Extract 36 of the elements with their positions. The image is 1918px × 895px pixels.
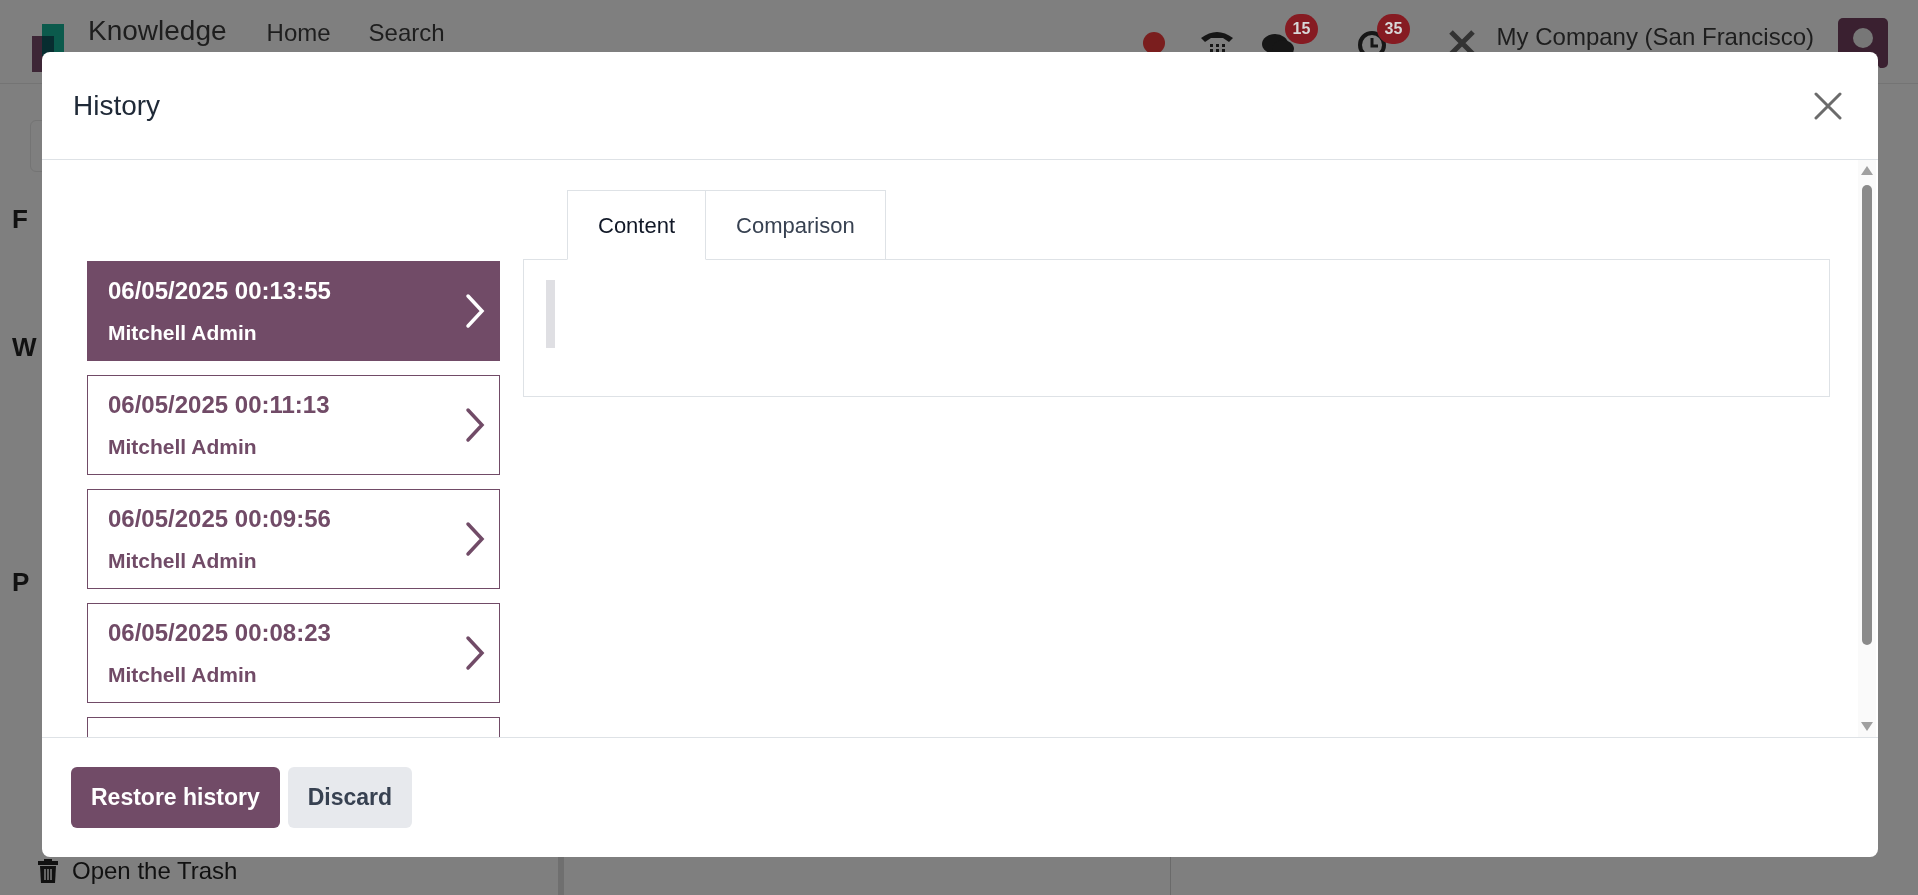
restore-button[interactable]: Restore history <box>71 767 280 828</box>
section-heading: W <box>12 331 37 364</box>
trash-icon <box>38 859 58 883</box>
chevron-right-icon <box>465 293 485 329</box>
version-author: Mitchell Admin <box>108 548 258 575</box>
version-item[interactable]: 06/05/2025 00:09:56 Mitchell Admin <box>87 489 500 589</box>
version-author: Mitchell Admin <box>108 662 258 689</box>
section-heading: F <box>12 203 28 236</box>
close-icon[interactable] <box>1814 91 1842 120</box>
company-name[interactable]: My Company (San Francisco) <box>1496 22 1814 52</box>
trash-link[interactable]: Open the Trash <box>72 853 238 889</box>
menu-item[interactable]: Search <box>368 18 445 48</box>
discard-button[interactable]: Discard <box>287 767 413 828</box>
tab[interactable]: Content <box>567 190 707 260</box>
notification-badge: 15 <box>1284 14 1319 44</box>
version-date: 06/05/2025 00:13:55 <box>108 276 332 307</box>
chevron-right-icon <box>465 407 485 443</box>
app-name: Knowledge <box>88 14 227 48</box>
version-author: Mitchell Admin <box>108 320 258 347</box>
version-date: 06/05/2025 00:08:23 <box>108 618 332 649</box>
dialog-title: History <box>73 88 162 123</box>
chevron-right-icon <box>465 521 485 557</box>
menu-item[interactable]: Home <box>266 18 331 48</box>
scrollbar[interactable] <box>1858 160 1876 737</box>
chevron-right-icon <box>465 635 485 671</box>
text-cursor-bar <box>546 280 555 348</box>
scrollbar-thumb[interactable] <box>1862 185 1872 645</box>
activity-badge: 35 <box>1376 14 1411 44</box>
version-date: 06/05/2025 00:09:56 <box>108 504 332 535</box>
tab[interactable]: Comparison <box>705 190 886 260</box>
version-item[interactable]: 06/05/2025 00:11:13 Mitchell Admin <box>87 375 500 475</box>
version-item[interactable]: 06/05/2025 00:13:55 Mitchell Admin <box>87 261 500 361</box>
section-heading: P <box>12 566 30 599</box>
version-date: 06/05/2025 00:11:13 <box>108 390 331 421</box>
version-author: Mitchell Admin <box>108 434 258 461</box>
version-item[interactable]: 06/05/2025 00:08:23 Mitchell Admin <box>87 603 500 703</box>
